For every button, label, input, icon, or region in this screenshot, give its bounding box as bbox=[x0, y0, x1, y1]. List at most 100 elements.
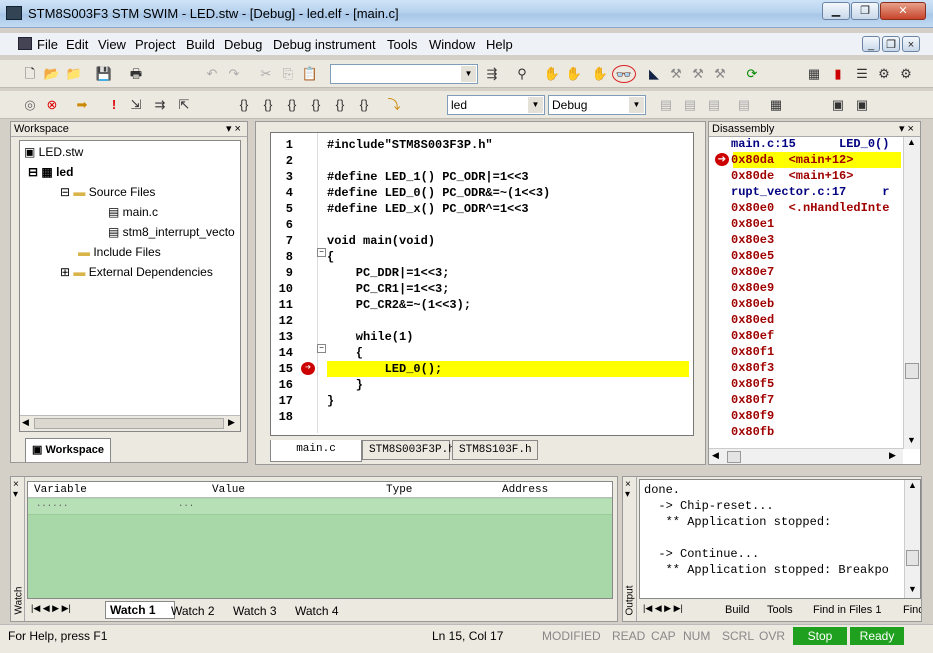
chart-icon[interactable]: ▮ bbox=[828, 65, 848, 83]
menu-debug[interactable]: Debug bbox=[224, 37, 262, 52]
tree-folder-external[interactable]: ⊞ ▬ External Dependencies bbox=[60, 265, 213, 279]
config-combo[interactable]: Debug ▼ bbox=[548, 95, 646, 115]
copy-icon[interactable]: ⎘ bbox=[278, 65, 298, 83]
redo-icon[interactable]: ↷ bbox=[224, 65, 244, 83]
tab-find[interactable]: Find bbox=[903, 604, 921, 616]
maximize-button[interactable]: ❐ bbox=[851, 2, 879, 20]
restart-icon[interactable]: {} bbox=[330, 96, 350, 114]
close-icon[interactable]: ▾ × bbox=[899, 122, 914, 137]
layout-icon[interactable]: ▦ bbox=[804, 65, 824, 83]
disassembly-line[interactable]: 0x80e1 bbox=[731, 216, 774, 232]
disassembly-line[interactable]: 0x80e0 <.nHandledInte bbox=[731, 200, 889, 216]
tree-root[interactable]: ▣ LED.stw bbox=[24, 145, 83, 159]
chip-config-icon[interactable]: ▣ bbox=[852, 96, 872, 114]
tab-scroll-icons[interactable]: |◀ ◀ ▶ ▶| bbox=[643, 603, 683, 614]
scroll-right-icon[interactable]: ▶ bbox=[228, 417, 235, 428]
compile-icon[interactable]: ▤ bbox=[656, 96, 676, 114]
disassembly-line[interactable]: 0x80da <main+12> bbox=[731, 152, 853, 168]
glasses-icon[interactable]: 👓 bbox=[612, 65, 636, 83]
menu-project[interactable]: Project bbox=[135, 37, 175, 52]
tab-watch-3[interactable]: Watch 3 bbox=[233, 604, 277, 618]
disassembly-line[interactable]: 0x80f5 bbox=[731, 376, 774, 392]
debug-start-icon[interactable]: ◎ bbox=[20, 96, 40, 114]
tree-file-vector[interactable]: ▤ stm8_interrupt_vecto bbox=[108, 225, 235, 239]
disassembly-line[interactable]: 0x80e3 bbox=[731, 232, 774, 248]
step-out-icon[interactable]: ⇱ bbox=[174, 96, 194, 114]
reset-icon[interactable]: {} bbox=[354, 96, 374, 114]
tab-scroll-icons[interactable]: |◀ ◀ ▶ ▶| bbox=[31, 603, 71, 614]
show-next-icon[interactable]: ⤵ bbox=[384, 96, 404, 114]
code-editor[interactable]: ➔ − − 1 #include"STM8S003F3P.h" 2 3 #define … bbox=[270, 132, 694, 436]
list-icon[interactable]: ☰ bbox=[852, 65, 872, 83]
scroll-left-icon[interactable]: ◀ bbox=[22, 417, 29, 428]
close-button[interactable]: ✕ bbox=[880, 2, 926, 20]
scroll-down-icon[interactable]: ▼ bbox=[907, 435, 916, 445]
tree-file-main[interactable]: ▤ main.c bbox=[108, 205, 158, 219]
minimize-button[interactable]: ▁ bbox=[822, 2, 850, 20]
prev-bookmark-icon[interactable]: ⚒ bbox=[688, 65, 708, 83]
tab-build[interactable]: Build bbox=[725, 604, 749, 616]
scroll-thumb[interactable] bbox=[906, 550, 919, 566]
next-bookmark-icon[interactable]: ⚒ bbox=[666, 65, 686, 83]
print-icon[interactable]: 🖶 bbox=[126, 65, 146, 83]
disassembly-line[interactable]: 0x80e5 bbox=[731, 248, 774, 264]
run-to-cursor-icon[interactable]: {} bbox=[234, 96, 254, 114]
col-address[interactable]: Address bbox=[502, 484, 548, 496]
watch-row[interactable]: ...... ... bbox=[28, 499, 612, 515]
tab-workspace[interactable]: ▣ Workspace bbox=[25, 438, 111, 462]
options-icon[interactable]: ⚙ bbox=[896, 65, 916, 83]
pin-icon[interactable]: ▾ bbox=[625, 489, 630, 500]
step-into-icon[interactable]: ⇲ bbox=[126, 96, 146, 114]
build-icon[interactable]: ▤ bbox=[680, 96, 700, 114]
step-over-asm-icon[interactable]: {} bbox=[282, 96, 302, 114]
refresh-icon[interactable]: ⟳ bbox=[742, 65, 762, 83]
tab-find-in-files-1[interactable]: Find in Files 1 bbox=[813, 604, 881, 616]
chip-icon[interactable]: ▣ bbox=[828, 96, 848, 114]
scroll-right-icon[interactable]: ▶ bbox=[889, 450, 896, 461]
tab-stm8s003f3p-h[interactable]: STM8S003F3P.h bbox=[362, 440, 455, 460]
scroll-down-icon[interactable]: ▼ bbox=[908, 584, 917, 594]
break-icon[interactable]: ! bbox=[104, 96, 124, 114]
tools-icon[interactable]: ⚙ bbox=[874, 65, 894, 83]
disassembly-line[interactable]: 0x80f1 bbox=[731, 344, 774, 360]
find-combo[interactable]: ▼ bbox=[330, 64, 478, 84]
mdi-close-button[interactable]: × bbox=[902, 36, 920, 52]
cut-icon[interactable]: ✂ bbox=[256, 65, 276, 83]
tab-watch-1[interactable]: Watch 1 bbox=[105, 601, 175, 619]
menu-file[interactable]: File bbox=[37, 37, 58, 52]
col-value[interactable]: Value bbox=[212, 484, 245, 496]
step-over-icon[interactable]: ⇉ bbox=[150, 96, 170, 114]
disassembly-line[interactable]: 0x80f3 bbox=[731, 360, 774, 376]
disassembly-line[interactable]: 0x80eb bbox=[731, 296, 774, 312]
hand-all-icon[interactable]: ✋ bbox=[564, 65, 584, 83]
menu-debug-instrument[interactable]: Debug instrument bbox=[273, 37, 376, 52]
disassembly-line[interactable]: 0x80e7 bbox=[731, 264, 774, 280]
disassembly-line[interactable]: 0x80ed bbox=[731, 312, 774, 328]
step-out-asm-icon[interactable]: {} bbox=[306, 96, 326, 114]
tab-watch-4[interactable]: Watch 4 bbox=[295, 604, 339, 618]
binoculars-icon[interactable]: ⚲ bbox=[512, 65, 532, 83]
disassembly-line[interactable]: rupt_vector.c:17 r bbox=[731, 184, 889, 200]
mdi-minimize-button[interactable]: _ bbox=[862, 36, 880, 52]
close-icon[interactable]: ▾ × bbox=[226, 122, 241, 137]
scroll-thumb[interactable] bbox=[34, 418, 224, 429]
menu-help[interactable]: Help bbox=[486, 37, 513, 52]
workspace-hscroll[interactable]: ◀ ▶ bbox=[20, 415, 240, 431]
hand-remove-icon[interactable]: ✋ bbox=[590, 65, 610, 83]
disasm-hscroll[interactable]: ◀ ▶ bbox=[709, 448, 903, 464]
disassembly-line[interactable]: main.c:15 LED_0() bbox=[731, 136, 889, 152]
watch-grid[interactable]: Variable Value Type Address ...... ... bbox=[27, 481, 613, 599]
program-icon[interactable]: ▦ bbox=[766, 96, 786, 114]
tab-stm8s103f-h[interactable]: STM8S103F.h bbox=[452, 440, 538, 460]
scroll-thumb[interactable] bbox=[727, 451, 741, 463]
output-text[interactable]: done. -> Chip-reset... ** Application st… bbox=[639, 479, 921, 599]
disassembly-line[interactable]: 0x80e9 bbox=[731, 280, 774, 296]
scroll-up-icon[interactable]: ▲ bbox=[907, 137, 916, 147]
mdi-restore-button[interactable]: ❐ bbox=[882, 36, 900, 52]
find-in-files-icon[interactable]: ⇶ bbox=[482, 65, 502, 83]
col-type[interactable]: Type bbox=[386, 484, 412, 496]
clear-bookmarks-icon[interactable]: ⚒ bbox=[710, 65, 730, 83]
disassembly-line[interactable]: 0x80ef bbox=[731, 328, 774, 344]
menu-build[interactable]: Build bbox=[186, 37, 215, 52]
menu-view[interactable]: View bbox=[98, 37, 126, 52]
